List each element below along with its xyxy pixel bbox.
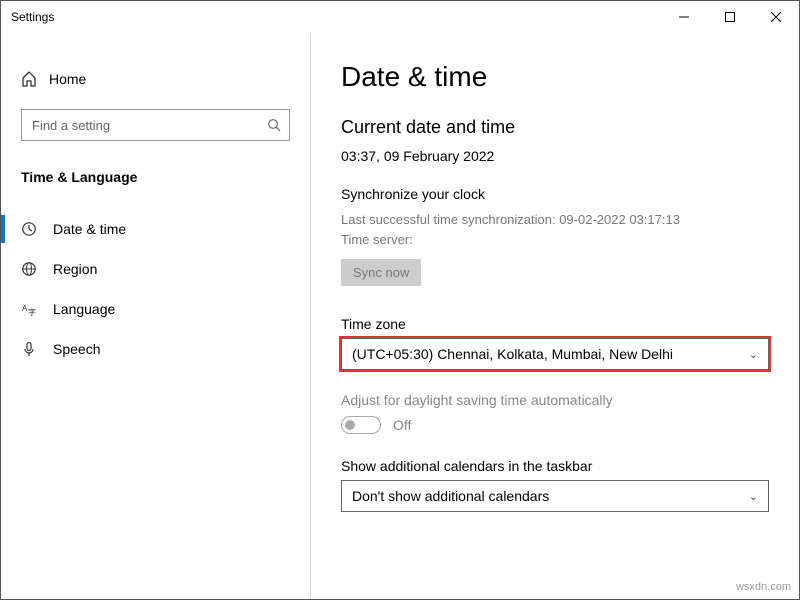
search-icon: [267, 118, 281, 132]
sync-now-button[interactable]: Sync now: [341, 259, 421, 286]
globe-icon: [21, 261, 39, 277]
additional-calendars-label: Show additional calendars in the taskbar: [341, 458, 799, 474]
nav-item-label: Language: [53, 301, 115, 317]
watermark: wsxdn.com: [736, 581, 791, 593]
timezone-value: (UTC+05:30) Chennai, Kolkata, Mumbai, Ne…: [352, 346, 673, 362]
language-icon: A字: [21, 301, 39, 317]
nav-item-date-time[interactable]: Date & time: [1, 209, 310, 249]
content-area: Home Find a setting Time & Language Date…: [1, 33, 799, 599]
toggle-switch-off: [341, 416, 381, 434]
time-server-label: Time server:: [341, 230, 799, 250]
current-time-heading: Current date and time: [341, 117, 799, 138]
nav-list: Date & time Region A字 Language: [1, 209, 310, 369]
page-title: Date & time: [341, 61, 799, 93]
window-title: Settings: [11, 10, 661, 24]
sidebar: Home Find a setting Time & Language Date…: [1, 33, 311, 599]
sync-last: Last successful time synchronization: 09…: [341, 210, 799, 230]
minimize-button[interactable]: [661, 1, 707, 33]
nav-item-region[interactable]: Region: [1, 249, 310, 289]
sync-heading: Synchronize your clock: [341, 186, 799, 202]
clock-icon: [21, 221, 39, 237]
main-panel: Date & time Current date and time 03:37,…: [311, 33, 799, 599]
dst-state: Off: [393, 417, 411, 433]
home-icon: [21, 71, 37, 87]
settings-window: Settings Home Find a setting: [0, 0, 800, 600]
nav-item-label: Date & time: [53, 221, 126, 237]
timezone-label: Time zone: [341, 316, 799, 332]
nav-item-language[interactable]: A字 Language: [1, 289, 310, 329]
svg-text:字: 字: [28, 307, 36, 317]
dst-toggle: Off: [341, 416, 799, 434]
title-bar: Settings: [1, 1, 799, 33]
nav-item-label: Region: [53, 261, 97, 277]
nav-home-label: Home: [49, 71, 86, 87]
nav-home[interactable]: Home: [1, 63, 310, 95]
microphone-icon: [21, 341, 39, 357]
additional-calendars-value: Don't show additional calendars: [352, 488, 549, 504]
timezone-dropdown[interactable]: (UTC+05:30) Chennai, Kolkata, Mumbai, Ne…: [341, 338, 769, 370]
dst-label: Adjust for daylight saving time automati…: [341, 392, 799, 408]
current-datetime: 03:37, 09 February 2022: [341, 148, 799, 164]
additional-calendars-dropdown[interactable]: Don't show additional calendars ⌄: [341, 480, 769, 512]
nav-item-label: Speech: [53, 341, 100, 357]
chevron-down-icon: ⌄: [749, 348, 758, 361]
search-placeholder: Find a setting: [32, 118, 110, 133]
search-input[interactable]: Find a setting: [21, 109, 290, 141]
sidebar-section-title: Time & Language: [1, 159, 310, 199]
close-button[interactable]: [753, 1, 799, 33]
chevron-down-icon: ⌄: [749, 490, 758, 503]
maximize-button[interactable]: [707, 1, 753, 33]
nav-item-speech[interactable]: Speech: [1, 329, 310, 369]
